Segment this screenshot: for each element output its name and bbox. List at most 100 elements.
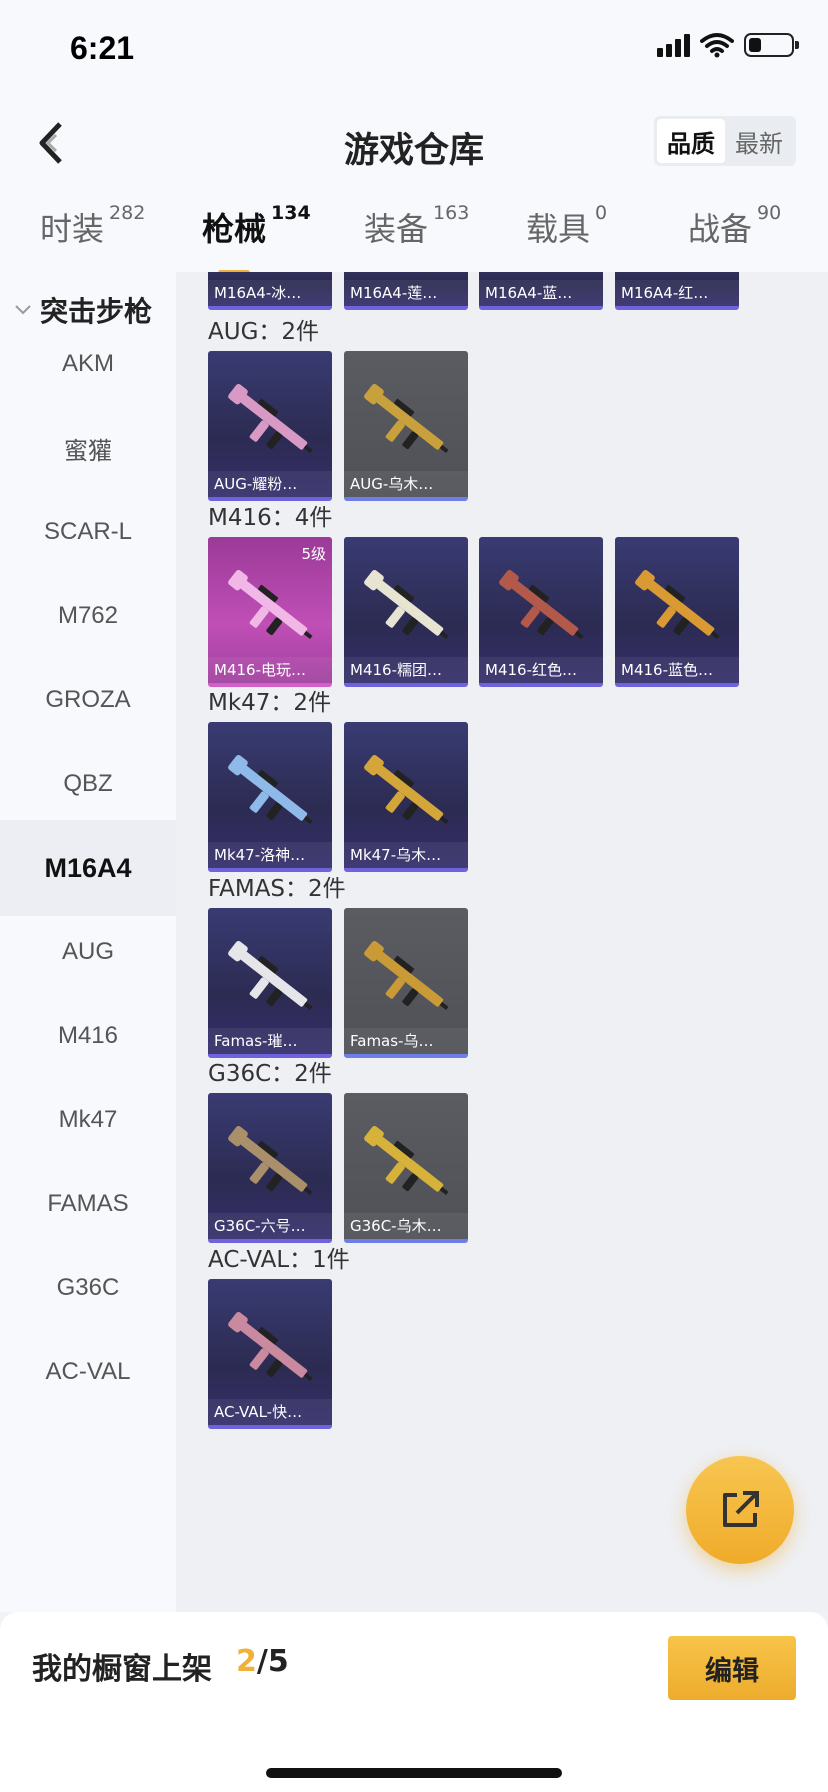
chevron-down-icon bbox=[15, 305, 31, 315]
edit-button[interactable]: 编辑 bbox=[668, 1636, 796, 1700]
tab-label: 时装 bbox=[40, 210, 105, 248]
rifle-icon bbox=[228, 383, 313, 453]
weapon-card-name: Famas-璀… bbox=[208, 1028, 332, 1054]
weapon-category-sidebar: 突击步枪 AKM 蜜獾 SCAR-L M762 GROZA QBZ M16A4 AUG M416… bbox=[0, 272, 176, 1612]
rifle-icon bbox=[228, 940, 313, 1010]
weapon-card[interactable]: AUG-乌木… bbox=[344, 351, 468, 501]
status-time: 6:21 bbox=[70, 30, 135, 66]
weapon-card-name: M16A4-冰… bbox=[208, 280, 332, 306]
weapon-card[interactable]: AC-VAL-快… bbox=[208, 1279, 332, 1429]
level-badge: 5级 bbox=[301, 545, 326, 563]
showcase-count: 2/5 bbox=[236, 1644, 289, 1679]
weapon-card-name: M416-蓝色… bbox=[615, 657, 739, 683]
rifle-icon bbox=[228, 754, 313, 824]
sidebar-item-scar-l[interactable]: SCAR-L bbox=[0, 484, 176, 580]
sidebar-item-famas[interactable]: FAMAS bbox=[0, 1156, 176, 1252]
showcase-label: 我的橱窗上架 bbox=[32, 1652, 212, 1687]
rifle-icon bbox=[364, 383, 449, 453]
weapon-card[interactable]: M16A4-红… bbox=[615, 272, 739, 310]
rifle-icon bbox=[364, 569, 449, 639]
weapon-card[interactable]: 5级 M416-电玩… bbox=[208, 537, 332, 687]
tab-count: 90 bbox=[757, 202, 782, 224]
tab-count: 0 bbox=[595, 202, 608, 224]
home-indicator bbox=[266, 1768, 562, 1778]
weapon-card-name: G36C-乌木… bbox=[344, 1213, 468, 1239]
section-title: AC-VAL：1件 bbox=[208, 1247, 350, 1273]
weapon-card-name: M416-糯团… bbox=[344, 657, 468, 683]
sort-quality-button[interactable]: 品质 bbox=[657, 119, 725, 163]
section-title: G36C：2件 bbox=[208, 1061, 332, 1087]
tab-label: 战备 bbox=[688, 210, 753, 248]
showcase-current: 2 bbox=[236, 1644, 257, 1679]
weapon-card[interactable]: Mk47-乌木… bbox=[344, 722, 468, 872]
rifle-icon bbox=[364, 1125, 449, 1195]
weapon-card[interactable]: M16A4-蓝… bbox=[479, 272, 603, 310]
sidebar-item-蜜獾[interactable]: 蜜獾 bbox=[0, 400, 176, 496]
weapon-card[interactable]: M416-红色… bbox=[479, 537, 603, 687]
nav-bar: 游戏仓库 品质 最新 bbox=[0, 96, 828, 188]
rifle-icon bbox=[364, 940, 449, 1010]
weapon-card-name: Mk47-乌木… bbox=[344, 842, 468, 868]
weapon-card-name: AUG-乌木… bbox=[344, 471, 468, 497]
rifle-icon bbox=[228, 569, 313, 639]
weapon-card[interactable]: AUG-耀粉… bbox=[208, 351, 332, 501]
weapon-card-name: G36C-六号… bbox=[208, 1213, 332, 1239]
tab-label: 枪械 bbox=[202, 210, 267, 248]
wifi-icon bbox=[700, 33, 734, 58]
weapon-grid: M16A4-冰… M16A4-莲… M16A4-蓝… M16A4-红… AUG：2件 A… bbox=[176, 272, 828, 1612]
category-tabs: 时装 282 枪械 134 装备 163 载具 0 战备 90 bbox=[0, 188, 828, 275]
tab-count: 163 bbox=[433, 202, 470, 224]
share-button[interactable] bbox=[686, 1456, 794, 1564]
weapon-card-name: M16A4-红… bbox=[615, 280, 739, 306]
sidebar-item-aug[interactable]: AUG bbox=[0, 904, 176, 1000]
rifle-icon bbox=[499, 569, 584, 639]
sidebar-item-groza[interactable]: GROZA bbox=[0, 652, 176, 748]
sidebar-item-qbz[interactable]: QBZ bbox=[0, 736, 176, 832]
battery-icon bbox=[744, 33, 799, 57]
weapon-card-name: AC-VAL-快… bbox=[208, 1399, 332, 1425]
section-title: M416：4件 bbox=[208, 505, 333, 531]
weapon-card[interactable]: M16A4-莲… bbox=[344, 272, 468, 310]
weapon-card-name: AUG-耀粉… bbox=[208, 471, 332, 497]
tab-equipment[interactable]: 装备 163 bbox=[364, 202, 470, 250]
tab-fashion[interactable]: 时装 282 bbox=[40, 202, 146, 250]
sidebar-item-m762[interactable]: M762 bbox=[0, 568, 176, 664]
sidebar-item-akm[interactable]: AKM bbox=[0, 316, 176, 412]
weapon-card-name: M416-红色… bbox=[479, 657, 603, 683]
showcase-total: /5 bbox=[256, 1644, 289, 1679]
tab-count: 282 bbox=[109, 202, 146, 224]
tab-vehicles[interactable]: 载具 0 bbox=[526, 202, 608, 250]
rifle-icon bbox=[228, 1125, 313, 1195]
weapon-card-name: Famas-乌… bbox=[344, 1028, 468, 1054]
tab-label: 装备 bbox=[364, 210, 429, 248]
external-link-icon bbox=[723, 1491, 759, 1527]
weapon-card-name: M16A4-蓝… bbox=[479, 280, 603, 306]
sidebar-item-ac-val[interactable]: AC-VAL bbox=[0, 1324, 176, 1420]
sort-toggle: 品质 最新 bbox=[654, 116, 796, 166]
weapon-card-name: M16A4-莲… bbox=[344, 280, 468, 306]
weapon-card-name: Mk47-洛神… bbox=[208, 842, 332, 868]
sidebar-item-mk47[interactable]: Mk47 bbox=[0, 1072, 176, 1168]
tab-firearms[interactable]: 枪械 134 bbox=[202, 202, 311, 275]
tab-supplies[interactable]: 战备 90 bbox=[688, 202, 782, 250]
weapon-card[interactable]: M416-糯团… bbox=[344, 537, 468, 687]
weapon-card[interactable]: Mk47-洛神… bbox=[208, 722, 332, 872]
weapon-card[interactable]: Famas-璀… bbox=[208, 908, 332, 1058]
tab-label: 载具 bbox=[526, 210, 591, 248]
weapon-card[interactable]: M416-蓝色… bbox=[615, 537, 739, 687]
section-title: Mk47：2件 bbox=[208, 690, 332, 716]
rifle-icon bbox=[228, 1311, 313, 1381]
weapon-card[interactable]: Famas-乌… bbox=[344, 908, 468, 1058]
rifle-icon bbox=[635, 569, 720, 639]
sidebar-item-g36c[interactable]: G36C bbox=[0, 1240, 176, 1336]
weapon-card[interactable]: G36C-乌木… bbox=[344, 1093, 468, 1243]
rifle-icon bbox=[364, 754, 449, 824]
showcase-bar: 我的橱窗上架 2/5 编辑 bbox=[0, 1612, 828, 1792]
sidebar-item-m16a4[interactable]: M16A4 bbox=[0, 820, 176, 916]
status-icons bbox=[657, 32, 799, 58]
weapon-card[interactable]: G36C-六号… bbox=[208, 1093, 332, 1243]
tab-count: 134 bbox=[271, 202, 311, 224]
sort-newest-button[interactable]: 最新 bbox=[725, 119, 793, 163]
sidebar-item-m416[interactable]: M416 bbox=[0, 988, 176, 1084]
weapon-card[interactable]: M16A4-冰… bbox=[208, 272, 332, 310]
